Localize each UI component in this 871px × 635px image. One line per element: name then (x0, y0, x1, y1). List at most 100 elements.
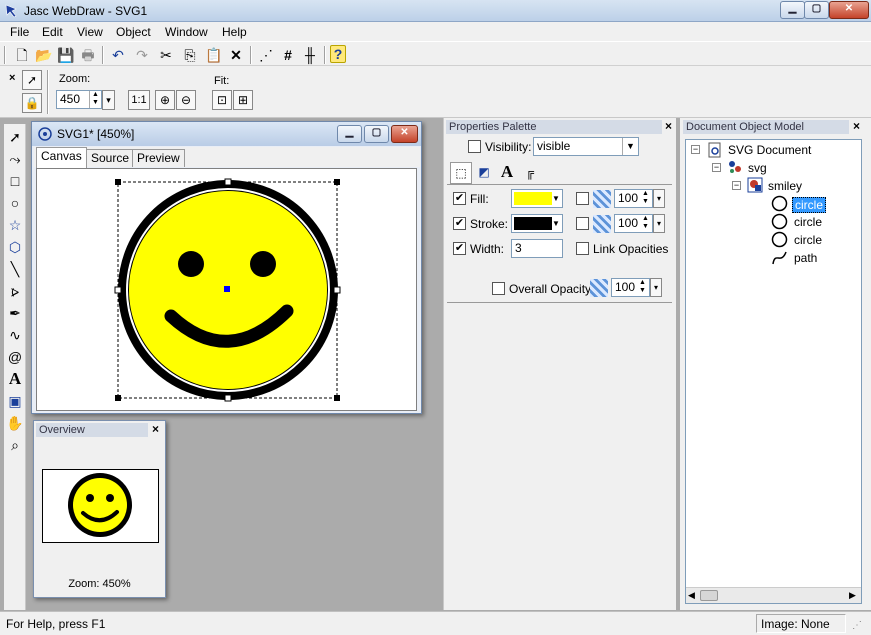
pen-tool-icon[interactable]: ✒ (4, 302, 26, 324)
spiral-tool-icon[interactable]: @ (4, 346, 26, 368)
close-button[interactable]: ✕ (829, 1, 869, 19)
doc-minimize-button[interactable]: ▁ (337, 125, 362, 143)
select-arrow-icon[interactable]: ➚ (22, 70, 42, 90)
tab-preview[interactable]: Preview (132, 149, 185, 167)
text-tab-icon[interactable]: A (496, 162, 518, 184)
overview-close-icon[interactable]: × (152, 422, 159, 436)
menu-view[interactable]: View (77, 25, 103, 39)
dom-horizontal-scrollbar[interactable]: ◀ ▶ (686, 587, 861, 603)
tree-node-circle[interactable]: circle (794, 215, 822, 229)
doc-maximize-button[interactable]: ▢ (364, 125, 389, 143)
fill-dropdown-icon[interactable]: ▼ (550, 190, 562, 207)
new-icon[interactable]: 🗋 (12, 45, 32, 65)
undo-icon[interactable]: ↶ (108, 45, 128, 65)
position-tab-icon[interactable]: ◩ (473, 162, 495, 184)
stroke-opacity-dropdown-icon[interactable]: ▾ (653, 214, 665, 233)
pointer-tool-icon[interactable]: ➚ (4, 126, 26, 148)
stroke-dropdown-icon[interactable]: ▼ (550, 215, 562, 232)
properties-close-icon[interactable]: × (665, 119, 672, 133)
help-icon[interactable]: ? (330, 45, 346, 63)
fit-page-icon[interactable]: ⊡ (212, 90, 232, 110)
tree-node-circle-selected[interactable]: circle (792, 197, 827, 213)
resize-grip-icon[interactable]: ⋰ (852, 620, 862, 631)
fill-stroke-tab-icon[interactable]: ⬚ (450, 162, 472, 184)
document-title-bar[interactable]: SVG1* [450%] ▁ ▢ ✕ (32, 122, 421, 146)
stroke-opacity-checkbox[interactable] (576, 217, 589, 230)
save-icon[interactable]: 💾 (56, 45, 76, 65)
document-window[interactable]: SVG1* [450%] ▁ ▢ ✕ Canvas Source Preview (31, 121, 422, 414)
tree-node-root[interactable]: SVG Document (728, 143, 811, 157)
zoom-1to1-button[interactable]: 1:1 (128, 90, 150, 110)
tree-node-svg[interactable]: svg (748, 161, 767, 175)
menu-help[interactable]: Help (222, 25, 247, 39)
paste-icon[interactable]: 📋 (204, 45, 224, 65)
tree-node-path[interactable]: path (794, 251, 817, 265)
print-icon[interactable]: 🖶 (78, 45, 98, 65)
tree-node-group[interactable]: smiley (768, 179, 802, 193)
scroll-right-icon[interactable]: ▶ (849, 590, 856, 601)
fill-opacity-checkbox[interactable] (576, 192, 589, 205)
redo-icon[interactable]: ↷ (132, 45, 152, 65)
guides-icon[interactable]: ⋰ (256, 45, 276, 65)
menu-object[interactable]: Object (116, 25, 151, 39)
scroll-left-icon[interactable]: ◀ (688, 590, 695, 601)
fill-checkbox[interactable]: ✔ (453, 192, 466, 205)
node-edit-tool-icon[interactable]: ⤳ (4, 148, 26, 170)
open-icon[interactable]: 📂 (34, 45, 54, 65)
cut-icon[interactable]: ✂ (156, 45, 176, 65)
grid-icon[interactable]: # (278, 45, 298, 65)
width-input[interactable]: 3 (511, 239, 563, 258)
polyline-tool-icon[interactable]: ⦠ (4, 280, 26, 302)
overview-panel[interactable]: Overview × Zoom: 450% (33, 420, 166, 598)
link-opacities-checkbox[interactable] (576, 242, 589, 255)
overview-thumbnail[interactable] (42, 469, 159, 543)
image-tool-icon[interactable]: ▣ (4, 390, 26, 412)
copy-icon[interactable]: ⎘ (180, 45, 200, 65)
fit-selection-icon[interactable]: ⊞ (233, 90, 253, 110)
tab-source[interactable]: Source (86, 149, 135, 167)
menu-edit[interactable]: Edit (42, 25, 63, 39)
delete-icon[interactable]: ✕ (226, 45, 246, 65)
minimize-button[interactable]: ▁ (780, 1, 805, 19)
lock-icon[interactable]: 🔒 (22, 93, 42, 113)
overall-opacity-spin-icon[interactable]: ▲ ▼ (639, 279, 649, 296)
snap-icon[interactable]: ╫ (300, 45, 320, 65)
zoom-out-icon[interactable]: ⊖ (176, 90, 196, 110)
fill-opacity-dropdown-icon[interactable]: ▾ (653, 189, 665, 208)
smiley-artwork[interactable] (37, 169, 416, 410)
maximize-button[interactable]: ▢ (804, 1, 829, 19)
pan-tool-icon[interactable]: ✋ (4, 412, 26, 434)
stroke-checkbox[interactable]: ✔ (453, 217, 466, 230)
expand-toggle-icon[interactable]: − (712, 163, 721, 172)
style-tab-icon[interactable]: ╔ (519, 162, 541, 184)
visibility-checkbox[interactable] (468, 140, 481, 153)
ellipse-tool-icon[interactable]: ○ (4, 192, 26, 214)
menu-window[interactable]: Window (165, 25, 208, 39)
stroke-opacity-spin-icon[interactable]: ▲ ▼ (642, 215, 652, 232)
rectangle-tool-icon[interactable]: □ (4, 170, 26, 192)
width-checkbox[interactable]: ✔ (453, 242, 466, 255)
zoom-spin-icon[interactable]: ▲ ▼ (89, 91, 101, 108)
freehand-tool-icon[interactable]: ∿ (4, 324, 26, 346)
overall-opacity-dropdown-icon[interactable]: ▾ (650, 278, 662, 297)
scrollbar-thumb[interactable] (700, 590, 718, 601)
fill-opacity-spin-icon[interactable]: ▲ ▼ (642, 190, 652, 207)
text-tool-icon[interactable]: A (4, 368, 26, 390)
zoom-tool-icon[interactable]: ⌕ (4, 434, 26, 456)
dom-close-icon[interactable]: × (853, 119, 860, 133)
drawing-canvas[interactable] (36, 168, 417, 411)
expand-toggle-icon[interactable]: − (691, 145, 700, 154)
toolbar-close-icon[interactable]: × (9, 72, 15, 84)
visibility-dropdown-icon[interactable]: ▼ (622, 138, 638, 155)
polygon-tool-icon[interactable]: ⬡ (4, 236, 26, 258)
zoom-dropdown-icon[interactable]: ▾ (102, 90, 115, 110)
expand-toggle-icon[interactable]: − (732, 181, 741, 190)
zoom-in-icon[interactable]: ⊕ (155, 90, 175, 110)
tab-canvas[interactable]: Canvas (36, 147, 87, 168)
line-tool-icon[interactable]: ╲ (4, 258, 26, 280)
menu-file[interactable]: File (10, 25, 29, 39)
doc-close-button[interactable]: ✕ (391, 125, 418, 143)
star-tool-icon[interactable]: ☆ (4, 214, 26, 236)
dom-tree[interactable]: − SVG Document − svg − smiley circle cir… (685, 139, 862, 604)
overall-opacity-checkbox[interactable] (492, 282, 505, 295)
